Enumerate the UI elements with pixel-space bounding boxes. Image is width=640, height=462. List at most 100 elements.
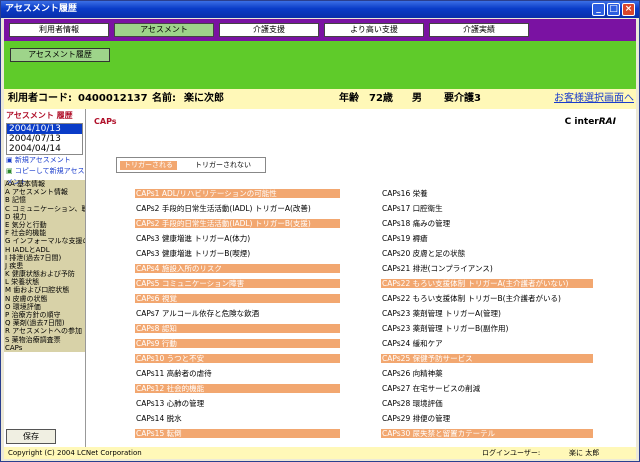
assessment-section-item[interactable]: O 環境評価 — [4, 303, 85, 311]
patient-name: 楽に次郎 — [184, 93, 224, 104]
caps-item[interactable]: CAPs19 褥瘡 — [381, 234, 593, 243]
history-heading: アセスメント 履歴 — [6, 111, 73, 120]
window-title: アセスメント履歴 — [5, 4, 77, 14]
caps-item[interactable]: CAPs23 薬剤管理 トリガーA(管理) — [381, 309, 593, 318]
caps-item[interactable]: CAPs9 行動 — [135, 339, 340, 348]
assessment-section-item[interactable]: S 薬物治療調査票 — [4, 336, 85, 344]
tab-assessment-history[interactable]: アセスメント履歴 — [10, 48, 110, 62]
main-nav: 利用者情報 アセスメント 介護支援 より高い支援 介護実績 — [4, 19, 636, 41]
assessment-section-item[interactable]: D 視力 — [4, 213, 85, 221]
caps-item[interactable]: CAPs14 脱水 — [135, 414, 340, 423]
footer: Copyright (C) 2004 LCNet Corporation ログイ… — [4, 447, 636, 459]
caps-item[interactable]: CAPs30 尿失禁と留置カテーテル — [381, 429, 593, 438]
assessment-section-item[interactable]: B 記憶 — [4, 196, 85, 204]
history-date-item[interactable]: 2004/04/14 — [7, 144, 82, 154]
document-icon: ▣ — [6, 156, 13, 164]
copy-new-assessment-link[interactable]: ▣ コピーして新規アセスメント — [4, 166, 85, 186]
assessment-section-item[interactable]: R アセスメントへの参加 — [4, 327, 85, 335]
brand-rai: RAI — [598, 117, 616, 127]
caps-item[interactable]: CAPs8 認知 — [135, 324, 340, 333]
maximize-icon[interactable]: □ — [607, 3, 620, 16]
caps-item[interactable]: CAPs15 転倒 — [135, 429, 340, 438]
brand-logo: C interRAI — [565, 117, 616, 127]
caps-item[interactable]: CAPs13 心肺の管理 — [135, 399, 340, 408]
caps-item[interactable]: CAPs25 保健予防サービス — [381, 354, 593, 363]
caps-item[interactable]: CAPs1 ADL/リハビリテーションの可能性 — [135, 189, 340, 198]
assessment-section-item[interactable]: M 歯および口腔状態 — [4, 286, 85, 294]
caps-item[interactable]: CAPs24 緩和ケア — [381, 339, 593, 348]
brand-c: C — [564, 117, 572, 127]
patient-age: 72歳 — [369, 93, 393, 104]
brand-inter: inter — [574, 117, 599, 127]
caps-item[interactable]: CAPs2 手段的日常生活活動(IADL) トリガーA(改善) — [135, 204, 340, 213]
caps-item[interactable]: CAPs22 もろい支援体制 トリガーA(主介護者がいない) — [381, 279, 593, 288]
caps-item[interactable]: CAPs12 社会的機能 — [135, 384, 340, 393]
caps-item[interactable]: CAPs27 在宅サービスの削減 — [381, 384, 593, 393]
caps-item[interactable]: CAPs5 コミュニケーション障害 — [135, 279, 340, 288]
login-label: ログインユーザー: — [482, 449, 541, 457]
history-date-item[interactable]: 2004/07/13 — [7, 134, 82, 144]
trigger-legend: トリガーされる トリガーされない — [116, 157, 266, 173]
age-label: 年齢 — [339, 93, 359, 104]
assessment-section-item[interactable]: L 栄養状態 — [4, 278, 85, 286]
assessment-section-item[interactable]: H IADLとADL — [4, 246, 85, 254]
nav-assessment[interactable]: アセスメント — [114, 23, 214, 37]
history-date-list[interactable]: 2004/10/13 2004/07/13 2004/04/14 — [6, 123, 83, 155]
copy-icon: ▣ — [6, 167, 13, 175]
caps-item[interactable]: CAPs3 健康増進 トリガーA(体力) — [135, 234, 340, 243]
app-window: アセスメント履歴 _ □ × 利用者情報 アセスメント 介護支援 より高い支援 … — [0, 0, 640, 462]
assessment-section-item[interactable]: F 社会的機能 — [4, 229, 85, 237]
new-assessment-label: 新規アセスメント — [14, 156, 71, 164]
assessment-section-item[interactable]: J 疾患 — [4, 262, 85, 270]
caps-panel: CAPs C interRAI トリガーされる トリガーされない CAPs1 A… — [85, 109, 636, 447]
assessment-section-list: AA 基本情報A アセスメント情報B 記憶C コミュニケーション、聴覚D 視力E… — [4, 180, 85, 352]
caps-item[interactable]: CAPs20 皮膚と足の状態 — [381, 249, 593, 258]
user-code: 0400012137 — [78, 93, 148, 104]
new-assessment-link[interactable]: ▣ 新規アセスメント — [4, 155, 85, 166]
assessment-section-item[interactable]: K 健康状態および予防 — [4, 270, 85, 278]
nav-care-record[interactable]: 介護実績 — [429, 23, 529, 37]
minimize-icon[interactable]: _ — [592, 3, 605, 16]
caps-item[interactable]: CAPs11 高齢者の虐待 — [135, 369, 340, 378]
assessment-section-item[interactable]: A アセスメント情報 — [4, 188, 85, 196]
assessment-section-item[interactable]: C コミュニケーション、聴覚 — [4, 205, 85, 213]
caps-item[interactable]: CAPs10 うつと不安 — [135, 354, 340, 363]
caps-item[interactable]: CAPs7 アルコール依存と危険な飲酒 — [135, 309, 340, 318]
title-bar: アセスメント履歴 _ □ × — [1, 1, 639, 18]
caps-item[interactable]: CAPs16 栄養 — [381, 189, 593, 198]
save-button[interactable]: 保存 — [6, 429, 56, 444]
caps-item[interactable]: CAPs29 排便の管理 — [381, 414, 593, 423]
assessment-section-item[interactable]: P 治療方針の順守 — [4, 311, 85, 319]
legend-triggered: トリガーされる — [120, 161, 177, 170]
sidebar: アセスメント 履歴 2004/10/13 2004/07/13 2004/04/… — [4, 109, 85, 459]
nav-higher-support[interactable]: より高い支援 — [324, 23, 424, 37]
customer-select-link[interactable]: お客様選択画面へ — [554, 89, 634, 109]
assessment-section-item[interactable]: Q 薬剤(過去7日間) — [4, 319, 85, 327]
caps-item[interactable]: CAPs18 痛みの管理 — [381, 219, 593, 228]
legend-not-triggered: トリガーされない — [195, 161, 251, 169]
caps-item[interactable]: CAPs17 口腔衛生 — [381, 204, 593, 213]
nav-user-info[interactable]: 利用者情報 — [9, 23, 109, 37]
history-date-item[interactable]: 2004/10/13 — [7, 124, 82, 134]
caps-item[interactable]: CAPs6 視覚 — [135, 294, 340, 303]
assessment-section-item[interactable]: AA 基本情報 — [4, 180, 85, 188]
nav-care-support[interactable]: 介護支援 — [219, 23, 319, 37]
caps-item[interactable]: CAPs2 手段的日常生活活動(IADL) トリガーB(支援) — [135, 219, 340, 228]
patient-gender: 男 — [412, 93, 422, 104]
assessment-section-item[interactable]: G インフォーマルな支援の状況 — [4, 237, 85, 245]
caps-item[interactable]: CAPs4 施設入所のリスク — [135, 264, 340, 273]
caps-item[interactable]: CAPs23 薬剤管理 トリガーB(副作用) — [381, 324, 593, 333]
assessment-section-item[interactable]: N 皮膚の状態 — [4, 295, 85, 303]
caps-item[interactable]: CAPs26 向精神薬 — [381, 369, 593, 378]
caps-item[interactable]: CAPs28 環境評価 — [381, 399, 593, 408]
assessment-section-item[interactable]: E 気分と行動 — [4, 221, 85, 229]
caps-item[interactable]: CAPs3 健康増進 トリガーB(喫煙) — [135, 249, 340, 258]
copyright: Copyright (C) 2004 LCNet Corporation — [8, 449, 142, 457]
patient-bar: 利用者コード: 0400012137 名前: 楽に次郎 年齢 72歳 男 要介護… — [4, 89, 636, 109]
close-icon[interactable]: × — [622, 3, 635, 16]
assessment-section-item[interactable]: CAPs — [4, 344, 85, 352]
assessment-section-item[interactable]: I 排泄(過去7日間) — [4, 254, 85, 262]
caps-item[interactable]: CAPs21 排泄(コンプライアンス) — [381, 264, 593, 273]
caps-item[interactable]: CAPs22 もろい支援体制 トリガーB(主介護者がいる) — [381, 294, 593, 303]
care-level: 要介護3 — [444, 93, 481, 104]
